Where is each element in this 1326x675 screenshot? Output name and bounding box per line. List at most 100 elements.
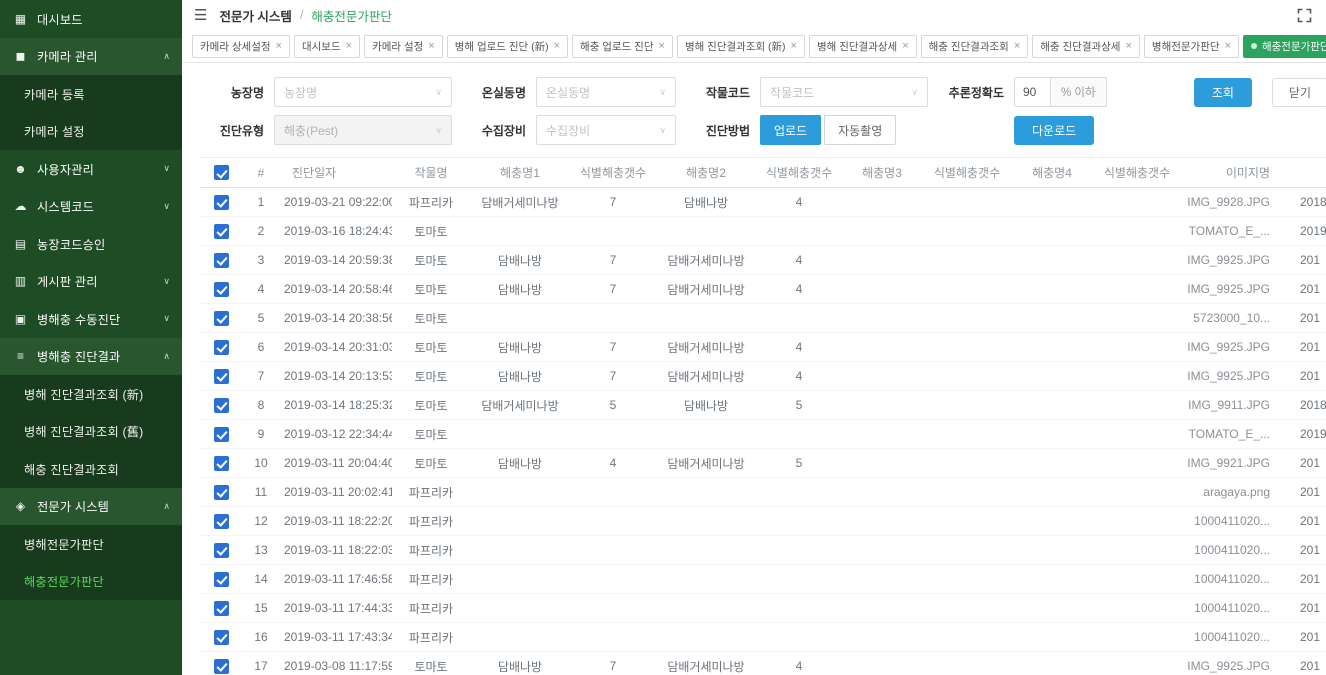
crop-code-select[interactable]: 작물코드 ∨ — [760, 77, 928, 107]
sidebar-item[interactable]: 카메라 등록 — [0, 75, 182, 113]
pest2-cell: 담배거세미나방 — [656, 333, 756, 362]
checkbox-cell — [200, 391, 242, 420]
tab[interactable]: 해충 진단결과상세 × — [1032, 35, 1140, 58]
table-row[interactable]: 8 2019-03-14 18:25:32 토마토 담배거세미나방 5 담배나방… — [200, 391, 1326, 420]
tab-close-icon[interactable]: × — [902, 40, 908, 52]
tab[interactable]: 대시보드 × — [294, 35, 360, 58]
tab-close-icon[interactable]: × — [1225, 40, 1231, 52]
row-checkbox[interactable] — [214, 311, 229, 326]
equipment-select-value: 수집장비 — [546, 122, 590, 139]
tab-close-icon[interactable]: × — [554, 40, 560, 52]
table-row[interactable]: 1 2019-03-21 09:22:00 파프리카 담배거세미나방 7 담배나… — [200, 188, 1326, 217]
close-button[interactable]: 닫기 — [1272, 78, 1326, 107]
row-checkbox[interactable] — [214, 340, 229, 355]
row-checkbox[interactable] — [214, 485, 229, 500]
sidebar-item[interactable]: ☁ 시스템코드 ∨ — [0, 188, 182, 226]
row-checkbox[interactable] — [214, 224, 229, 239]
farm-select[interactable]: 농장명 ∨ — [274, 77, 452, 107]
caret-down-icon: ∨ — [659, 87, 666, 98]
sidebar-item[interactable]: ≡ 병해충 진단결과 ∧ — [0, 338, 182, 376]
fullscreen-icon[interactable] — [1297, 8, 1312, 23]
tab-close-icon[interactable]: × — [276, 40, 282, 52]
sidebar-item[interactable]: ▦ 대시보드 — [0, 0, 182, 38]
tab-close-icon[interactable]: × — [1014, 40, 1020, 52]
sidebar-item[interactable]: ▤ 농장코드승인 — [0, 225, 182, 263]
table-row[interactable]: 17 2019-03-08 11:17:59 토마토 담배나방 7 담배거세미나… — [200, 652, 1326, 675]
table-row[interactable]: 7 2019-03-14 20:13:53 토마토 담배나방 7 담배거세미나방… — [200, 362, 1326, 391]
tab-close-icon[interactable]: × — [791, 40, 797, 52]
tab[interactable]: 카메라 설정 × — [364, 35, 443, 58]
method-option-button[interactable]: 자동촬영 — [824, 115, 896, 145]
tab-close-icon[interactable]: × — [346, 40, 352, 52]
table-row[interactable]: 4 2019-03-14 20:58:46 토마토 담배나방 7 담배거세미나방… — [200, 275, 1326, 304]
crop-code-select-value: 작물코드 — [770, 84, 814, 101]
row-checkbox[interactable] — [214, 369, 229, 384]
greenhouse-select[interactable]: 온실동명 ∨ — [536, 77, 676, 107]
tab[interactable]: 해충전문가판단 × — [1243, 35, 1326, 58]
row-checkbox[interactable] — [214, 543, 229, 558]
table-row[interactable]: 15 2019-03-11 17:44:33 파프리카 1000411020..… — [200, 594, 1326, 623]
row-number-cell: 17 — [242, 652, 280, 675]
tab-close-icon[interactable]: × — [659, 40, 665, 52]
tab-close-icon[interactable]: × — [1125, 40, 1131, 52]
table-row[interactable]: 6 2019-03-14 20:31:03 토마토 담배나방 7 담배거세미나방… — [200, 333, 1326, 362]
select-all-checkbox[interactable] — [214, 165, 229, 180]
sidebar-item[interactable]: 카메라 설정 — [0, 113, 182, 151]
tab[interactable]: 해충 업로드 진단 × — [572, 35, 673, 58]
tab[interactable]: 카메라 상세설정 × — [192, 35, 290, 58]
sidebar-item[interactable]: ◈ 전문가 시스템 ∧ — [0, 488, 182, 526]
row-checkbox[interactable] — [214, 630, 229, 645]
diagnosis-date-cell: 2019-03-14 20:31:03 — [280, 333, 392, 362]
tab[interactable]: 병해 업로드 진단 (新) × — [447, 35, 568, 58]
sidebar-item[interactable]: 해충전문가판단 — [0, 563, 182, 601]
row-checkbox[interactable] — [214, 282, 229, 297]
sidebar-item[interactable]: ▥ 게시판 관리 ∨ — [0, 263, 182, 301]
column-header: 해충명3 — [842, 158, 922, 188]
table-row[interactable]: 10 2019-03-11 20:04:40 토마토 담배나방 4 담배거세미나… — [200, 449, 1326, 478]
table-row[interactable]: 3 2019-03-14 20:59:38 토마토 담배나방 7 담배거세미나방… — [200, 246, 1326, 275]
row-checkbox[interactable] — [214, 514, 229, 529]
tab-close-icon[interactable]: × — [428, 40, 434, 52]
board-management-icon: ▥ — [12, 274, 29, 288]
table-row[interactable]: 9 2019-03-12 22:34:44 토마토 TOMATO_E_... 2… — [200, 420, 1326, 449]
diagnosis-type-select[interactable]: 해충(Pest) ∨ — [274, 115, 452, 145]
table-row[interactable]: 13 2019-03-11 18:22:03 파프리카 1000411020..… — [200, 536, 1326, 565]
sidebar-item[interactable]: 병해전문가판단 — [0, 525, 182, 563]
row-checkbox[interactable] — [214, 427, 229, 442]
column-header: 해충명2 — [656, 158, 756, 188]
crop-name-cell: 파프리카 — [392, 623, 470, 652]
table-row[interactable]: 5 2019-03-14 20:38:56 토마토 5723000_10... … — [200, 304, 1326, 333]
table-row[interactable]: 12 2019-03-11 18:22:20 파프리카 1000411020..… — [200, 507, 1326, 536]
pest4-cell — [1012, 536, 1092, 565]
sidebar-item[interactable]: 병해 진단결과조회 (舊) — [0, 413, 182, 451]
menu-icon[interactable]: ☰ — [194, 8, 207, 23]
tab[interactable]: 해충 진단결과조회 × — [921, 35, 1029, 58]
download-button[interactable]: 다운로드 — [1014, 116, 1094, 145]
accuracy-input[interactable] — [1014, 77, 1050, 107]
tab[interactable]: 병해전문가판단 × — [1144, 35, 1239, 58]
row-checkbox[interactable] — [214, 572, 229, 587]
table-row[interactable]: 14 2019-03-11 17:46:58 파프리카 1000411020..… — [200, 565, 1326, 594]
greenhouse-select-value: 온실동명 — [546, 84, 590, 101]
sidebar-item[interactable]: ▣ 병해충 수동진단 ∨ — [0, 300, 182, 338]
row-checkbox[interactable] — [214, 195, 229, 210]
sidebar-item[interactable]: 해충 진단결과조회 — [0, 450, 182, 488]
row-checkbox[interactable] — [214, 659, 229, 674]
sidebar-item[interactable]: ☻ 사용자관리 ∨ — [0, 150, 182, 188]
equipment-select[interactable]: 수집장비 ∨ — [536, 115, 676, 145]
tab[interactable]: 병해 진단결과조회 (新) × — [677, 35, 805, 58]
diagnosis-date-cell: 2019-03-11 17:43:34 — [280, 623, 392, 652]
row-checkbox[interactable] — [214, 253, 229, 268]
table-row[interactable]: 11 2019-03-11 20:02:41 파프리카 aragaya.png … — [200, 478, 1326, 507]
table-row[interactable]: 2 2019-03-16 18:24:43 토마토 TOMATO_E_... 2… — [200, 217, 1326, 246]
row-checkbox[interactable] — [214, 398, 229, 413]
method-option-button[interactable]: 업로드 — [760, 115, 821, 145]
sidebar-item[interactable]: ◼ 카메라 관리 ∧ — [0, 38, 182, 76]
sidebar-item[interactable]: 병해 진단결과조회 (新) — [0, 375, 182, 413]
tab[interactable]: 병해 진단결과상세 × — [809, 35, 917, 58]
row-checkbox[interactable] — [214, 601, 229, 616]
row-checkbox[interactable] — [214, 456, 229, 471]
table-row[interactable]: 16 2019-03-11 17:43:34 파프리카 1000411020..… — [200, 623, 1326, 652]
tab-label: 해충 업로드 진단 — [580, 39, 653, 54]
search-button[interactable]: 조회 — [1194, 78, 1252, 107]
